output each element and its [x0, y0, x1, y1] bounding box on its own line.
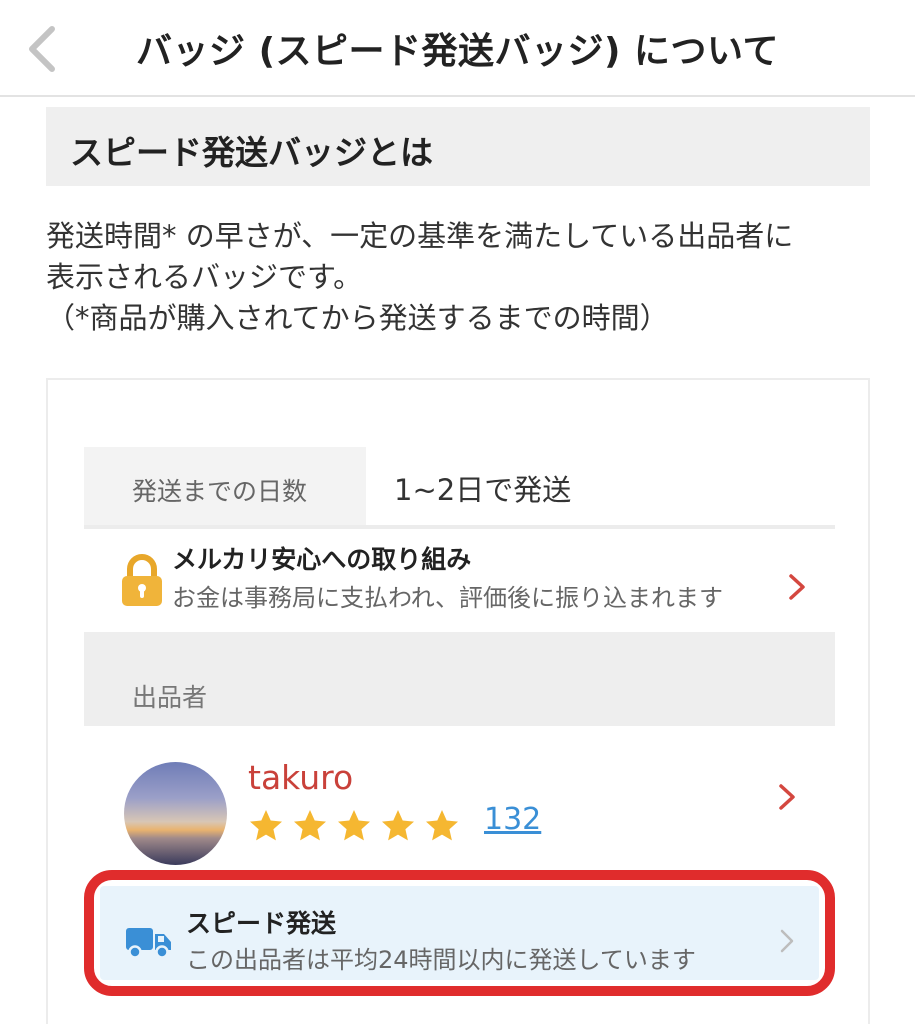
- rating-stars: [248, 808, 468, 844]
- lock-icon: [120, 552, 164, 608]
- seller-name: takuro: [248, 758, 354, 797]
- top-bar: バッジ (スピード発送バッジ) について: [0, 0, 915, 97]
- section-heading-box: スピード発送バッジとは: [46, 107, 870, 186]
- description: 発送時間* の早さが、一定の基準を満たしている出品者に 表示されるバッジです。 …: [46, 216, 886, 339]
- speed-badge-title: スピード発送: [186, 909, 337, 938]
- seller-section-label: 出品者: [132, 683, 208, 712]
- seller-row[interactable]: takuro 132: [84, 726, 835, 866]
- star-icon: [336, 808, 372, 844]
- description-line-3: （*商品が購入されてから発送するまでの時間）: [46, 301, 669, 335]
- truck-icon: [126, 924, 172, 960]
- star-icon: [424, 808, 460, 844]
- avatar: [124, 762, 227, 865]
- speed-badge-subtitle: この出品者は平均24時間以内に発送しています: [186, 946, 696, 974]
- shipping-days-value: 1~2日で発送: [394, 473, 572, 507]
- chevron-right-icon: [776, 782, 798, 812]
- review-count-link[interactable]: 132: [484, 802, 541, 837]
- shipping-days-label-cell: 発送までの日数: [84, 447, 366, 525]
- description-line-2: 表示されるバッジです。: [46, 260, 363, 294]
- star-icon: [292, 808, 328, 844]
- section-heading: スピード発送バッジとは: [70, 133, 433, 172]
- speed-badge-row: スピード発送 この出品者は平均24時間以内に発送しています: [100, 886, 819, 980]
- description-line-1: 発送時間* の早さが、一定の基準を満たしている出品者に: [46, 219, 794, 253]
- chevron-right-icon: [776, 926, 798, 956]
- speed-badge-highlight[interactable]: スピード発送 この出品者は平均24時間以内に発送しています: [84, 870, 835, 996]
- star-icon: [380, 808, 416, 844]
- shipping-days-label: 発送までの日数: [132, 477, 308, 506]
- safety-row[interactable]: メルカリ安心への取り組み お金は事務局に支払われ、評価後に振り込まれます: [84, 532, 835, 632]
- page-title: バッジ (スピード発送バッジ) について: [136, 31, 779, 72]
- safety-subtitle: お金は事務局に支払われ、評価後に振り込まれます: [172, 584, 724, 612]
- shipping-days-row: 発送までの日数 1~2日で発送: [84, 447, 835, 529]
- example-screenshot: 発送までの日数 1~2日で発送 メルカリ安心への取り組み お金は事務局に支払われ…: [46, 378, 870, 1024]
- safety-title: メルカリ安心への取り組み: [172, 545, 472, 574]
- chevron-right-icon: [786, 572, 808, 602]
- star-icon: [248, 808, 284, 844]
- seller-section-header: 出品者: [84, 632, 835, 726]
